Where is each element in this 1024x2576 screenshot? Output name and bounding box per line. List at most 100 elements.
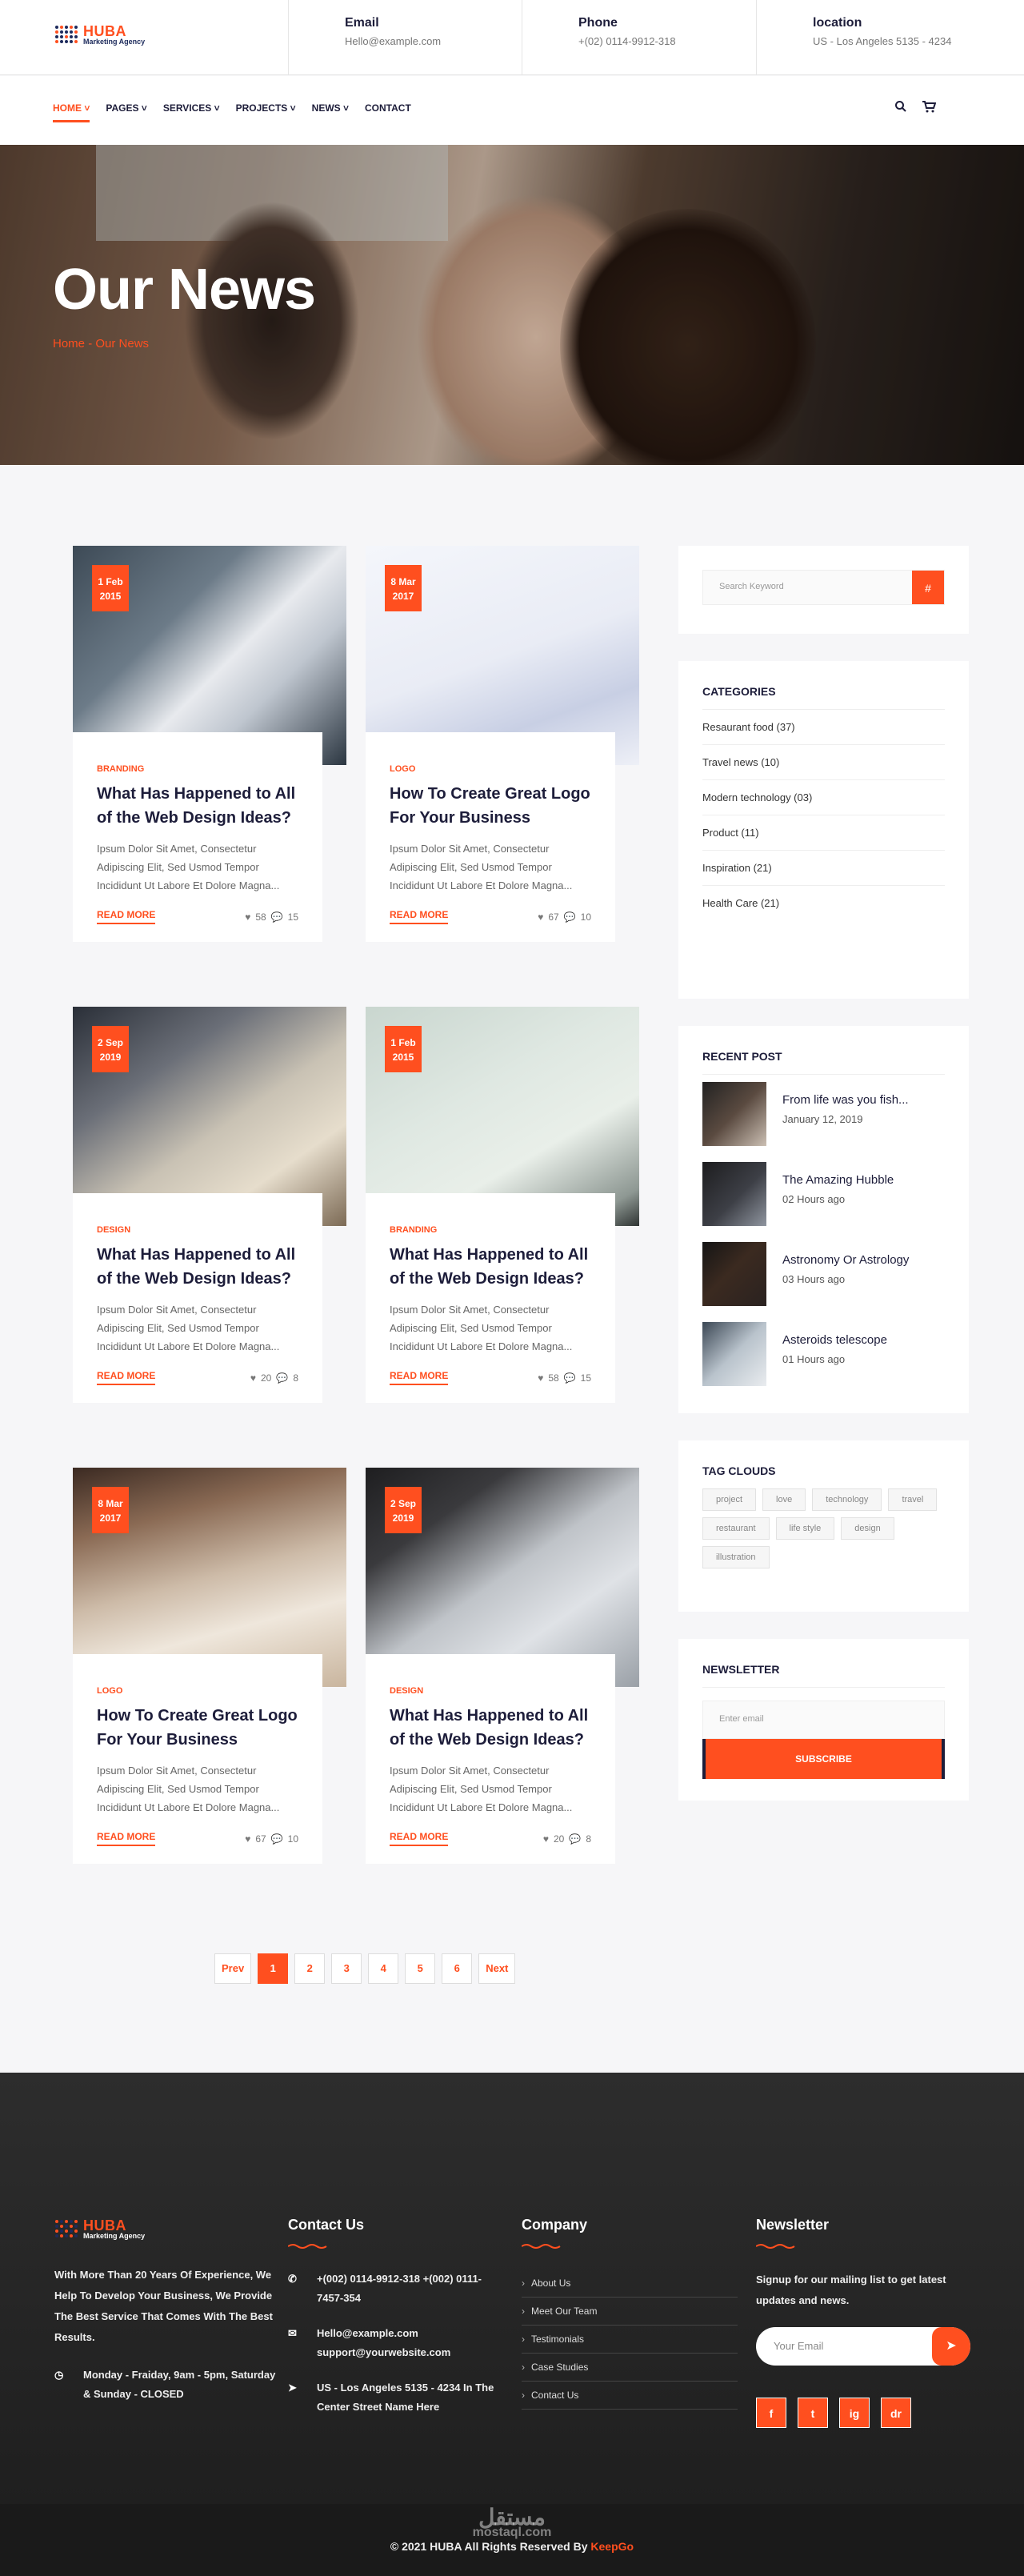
heart-icon[interactable]: ♥ xyxy=(538,911,543,923)
cart-icon[interactable] xyxy=(922,100,937,117)
read-more-link[interactable]: READ MORE xyxy=(390,1370,449,1385)
tag[interactable]: travel xyxy=(888,1488,938,1511)
search-button[interactable]: # xyxy=(912,571,944,604)
widget-title: RECENT POST xyxy=(702,1050,945,1075)
post-date-badge: 1 Feb 2015 xyxy=(385,1026,422,1072)
tag[interactable]: love xyxy=(762,1488,806,1511)
comment-icon[interactable]: 💬 xyxy=(564,1372,576,1384)
post-excerpt: Ipsum Dolor Sit Amet, Consectetur Adipis… xyxy=(97,843,280,891)
recent-post[interactable]: From life was you fish... January 12, 201… xyxy=(702,1075,945,1155)
footer-link[interactable]: Meet Our Team xyxy=(522,2298,738,2326)
nav-services[interactable]: SERVICES ˅ xyxy=(163,102,220,122)
send-icon[interactable]: ➤ xyxy=(932,2327,970,2366)
newsletter-email-input[interactable]: Enter email xyxy=(702,1701,945,1739)
nav-projects[interactable]: PROJECTS ˅ xyxy=(236,102,296,122)
topbar-phone-value[interactable]: +(02) 0114-9912-318 xyxy=(578,35,755,47)
post-category[interactable]: LOGO xyxy=(390,764,591,774)
footer-emails[interactable]: Hello@example.com support@yourwebsite.co… xyxy=(317,2324,504,2362)
tag[interactable]: illustration xyxy=(702,1546,770,1568)
instagram-icon[interactable]: ig xyxy=(839,2398,870,2428)
pager-page[interactable]: 1 xyxy=(258,1953,289,1984)
category-link[interactable]: Inspiration (21) xyxy=(702,851,945,886)
pager-page[interactable]: 4 xyxy=(368,1953,399,1984)
nav-contact[interactable]: CONTACT xyxy=(365,102,411,122)
pager-page[interactable]: 5 xyxy=(405,1953,436,1984)
category-link[interactable]: Health Care (21) xyxy=(702,886,945,920)
facebook-icon[interactable]: f xyxy=(756,2398,786,2428)
pager-page[interactable]: 3 xyxy=(331,1953,362,1984)
search-input[interactable]: Search Keyword xyxy=(703,571,912,604)
footer-newsletter-text: Signup for our mailing list to get lates… xyxy=(756,2274,946,2306)
category-link[interactable]: Travel news (10) xyxy=(702,745,945,780)
footer-phones[interactable]: +(002) 0114-9912-318 +(002) 0111-7457-35… xyxy=(317,2270,504,2308)
post-category[interactable]: LOGO xyxy=(97,1686,298,1696)
recent-post-title[interactable]: Asteroids telescope xyxy=(782,1333,887,1347)
read-more-link[interactable]: READ MORE xyxy=(97,1370,156,1385)
post-title[interactable]: What Has Happened to All of the Web Desi… xyxy=(97,1243,298,1291)
nav-home[interactable]: HOME ˅ xyxy=(53,102,90,122)
heart-icon[interactable]: ♥ xyxy=(543,1833,549,1845)
post-category[interactable]: BRANDING xyxy=(97,764,298,774)
heart-icon[interactable]: ♥ xyxy=(250,1372,256,1384)
breadcrumb-home[interactable]: Home xyxy=(53,337,85,351)
post-category[interactable]: DESIGN xyxy=(97,1225,298,1235)
category-link[interactable]: Product (11) xyxy=(702,815,945,851)
footer-email-input[interactable]: Your Email xyxy=(756,2327,932,2366)
footer-link[interactable]: Case Studies xyxy=(522,2354,738,2382)
footer-link[interactable]: Testimonials xyxy=(522,2326,738,2354)
pager-prev[interactable]: Prev xyxy=(214,1953,252,1984)
footer-logo[interactable]: HUBA Marketing Agency xyxy=(54,2217,278,2241)
subscribe-button[interactable]: SUBSCRIBE xyxy=(702,1739,945,1779)
copyright-bar: مستقل mostaql.com © 2021 HUBA All Rights … xyxy=(0,2504,1024,2576)
heart-icon[interactable]: ♥ xyxy=(245,1833,250,1845)
heart-icon[interactable]: ♥ xyxy=(245,911,250,923)
tag[interactable]: design xyxy=(841,1517,894,1540)
read-more-link[interactable]: READ MORE xyxy=(97,909,156,924)
tag[interactable]: project xyxy=(702,1488,757,1511)
recent-post[interactable]: Astronomy Or Astrology 03 Hours ago xyxy=(702,1235,945,1315)
search-icon[interactable] xyxy=(894,100,907,117)
post-title[interactable]: How To Create Great Logo For Your Busine… xyxy=(97,1704,298,1752)
post-category[interactable]: DESIGN xyxy=(390,1686,591,1696)
comment-icon[interactable]: 💬 xyxy=(569,1833,581,1845)
dribbble-icon[interactable]: dr xyxy=(881,2398,911,2428)
recent-posts-widget: RECENT POST From life was you fish... Jan… xyxy=(678,1026,969,1413)
post-date-badge: 8 Mar 2017 xyxy=(385,565,422,611)
read-more-link[interactable]: READ MORE xyxy=(97,1831,156,1846)
comment-icon[interactable]: 💬 xyxy=(271,1833,283,1845)
recent-post-title[interactable]: The Amazing Hubble xyxy=(782,1173,894,1187)
pager-page[interactable]: 6 xyxy=(442,1953,473,1984)
tag[interactable]: life style xyxy=(775,1517,835,1540)
post-excerpt: Ipsum Dolor Sit Amet, Consectetur Adipis… xyxy=(390,1765,573,1813)
read-more-link[interactable]: READ MORE xyxy=(390,909,449,924)
recent-post-title[interactable]: From life was you fish... xyxy=(782,1093,909,1107)
post-title[interactable]: How To Create Great Logo For Your Busine… xyxy=(390,782,591,830)
category-link[interactable]: Modern technology (03) xyxy=(702,780,945,815)
post-title[interactable]: What Has Happened to All of the Web Desi… xyxy=(390,1704,591,1752)
twitter-icon[interactable]: t xyxy=(798,2398,828,2428)
tag[interactable]: technology xyxy=(812,1488,882,1511)
nav-news[interactable]: NEWS ˅ xyxy=(312,102,349,122)
post-title[interactable]: What Has Happened to All of the Web Desi… xyxy=(390,1243,591,1291)
read-more-link[interactable]: READ MORE xyxy=(390,1831,449,1846)
footer-link[interactable]: About Us xyxy=(522,2270,738,2298)
footer-link[interactable]: Contact Us xyxy=(522,2382,738,2410)
post-category[interactable]: BRANDING xyxy=(390,1225,591,1235)
author-link[interactable]: KeepGo xyxy=(590,2540,634,2553)
brand-logo[interactable]: HUBA Marketing Agency xyxy=(54,22,145,46)
comment-icon[interactable]: 💬 xyxy=(564,911,576,923)
pager-page[interactable]: 2 xyxy=(294,1953,326,1984)
heart-icon[interactable]: ♥ xyxy=(538,1372,543,1384)
comment-icon[interactable]: 💬 xyxy=(271,911,283,923)
comment-icon[interactable]: 💬 xyxy=(276,1372,288,1384)
post-title[interactable]: What Has Happened to All of the Web Desi… xyxy=(97,782,298,830)
topbar-email-value[interactable]: Hello@example.com xyxy=(345,35,522,47)
recent-post[interactable]: Asteroids telescope 01 Hours ago xyxy=(702,1315,945,1395)
nav-pages[interactable]: PAGES ˅ xyxy=(106,102,146,122)
recent-post[interactable]: The Amazing Hubble 02 Hours ago xyxy=(702,1155,945,1235)
site-footer: HUBA Marketing Agency With More Than 20 … xyxy=(0,2073,1024,2504)
tag[interactable]: restaurant xyxy=(702,1517,770,1540)
pager-next[interactable]: Next xyxy=(478,1953,516,1984)
recent-post-title[interactable]: Astronomy Or Astrology xyxy=(782,1253,909,1267)
category-link[interactable]: Resaurant food (37) xyxy=(702,710,945,745)
